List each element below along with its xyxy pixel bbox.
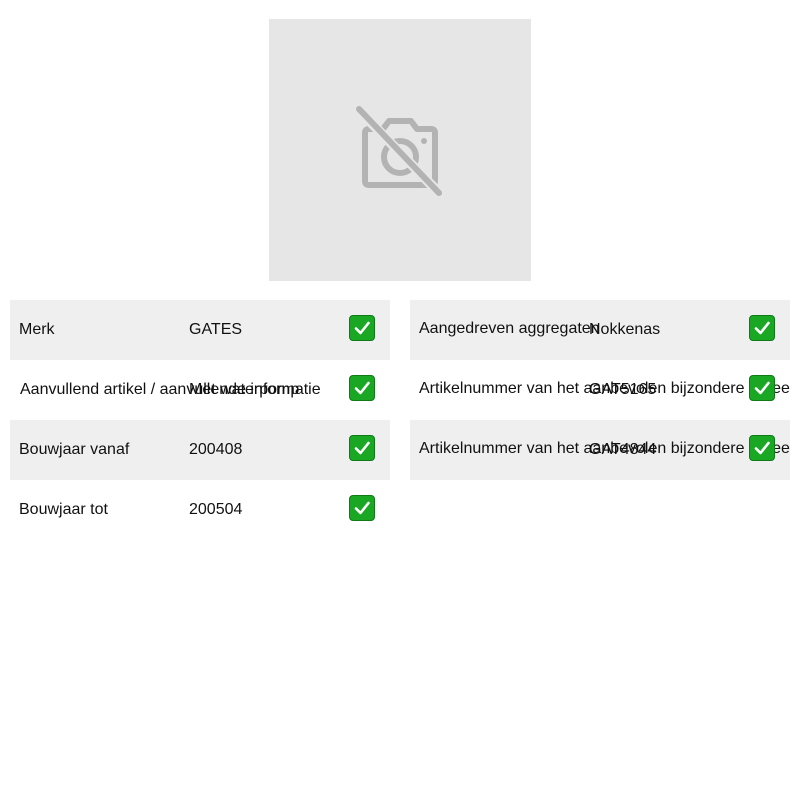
spec-label: Bouwjaar vanaf	[19, 441, 130, 458]
spec-value: GATES	[189, 321, 243, 338]
spec-value: Met waterpomp	[189, 381, 300, 398]
no-camera-icon	[352, 103, 445, 199]
check-icon	[349, 495, 375, 521]
spec-row: Artikelnummer van het aanbevolen bijzond…	[410, 420, 790, 480]
check-icon	[349, 435, 375, 461]
spec-value: 200408	[189, 441, 243, 458]
check-icon	[749, 375, 775, 401]
check-icon	[349, 315, 375, 341]
spec-table-left: Merk GATES Aanvullend artikel / aanvulle…	[10, 300, 390, 540]
spec-value: 200504	[189, 501, 243, 518]
check-icon	[349, 375, 375, 401]
spec-value: Nokkenas	[589, 321, 661, 338]
product-spec-page: Merk GATES Aanvullend artikel / aanvulle…	[0, 0, 800, 800]
spec-label: Merk	[19, 321, 55, 338]
spec-row: Merk GATES	[10, 300, 390, 360]
spec-label: Aangedreven aggregaten	[419, 320, 600, 337]
check-icon	[749, 315, 775, 341]
spec-label: Bouwjaar tot	[19, 501, 108, 518]
spec-table-right: Aangedreven aggregaten Nokkenas Artikeln…	[410, 300, 790, 480]
spec-value: GAT5165	[589, 381, 657, 398]
spec-row: Bouwjaar vanaf 200408	[10, 420, 390, 480]
product-image-placeholder	[269, 19, 531, 281]
check-icon	[749, 435, 775, 461]
spec-row: Bouwjaar tot 200504	[10, 480, 390, 540]
spec-row: Aanvullend artikel / aanvullende informa…	[10, 360, 390, 420]
spec-row: Aangedreven aggregaten Nokkenas	[410, 300, 790, 360]
spec-value: GAT4844	[589, 441, 657, 458]
spec-row: Artikelnummer van het aanbevolen bijzond…	[410, 360, 790, 420]
